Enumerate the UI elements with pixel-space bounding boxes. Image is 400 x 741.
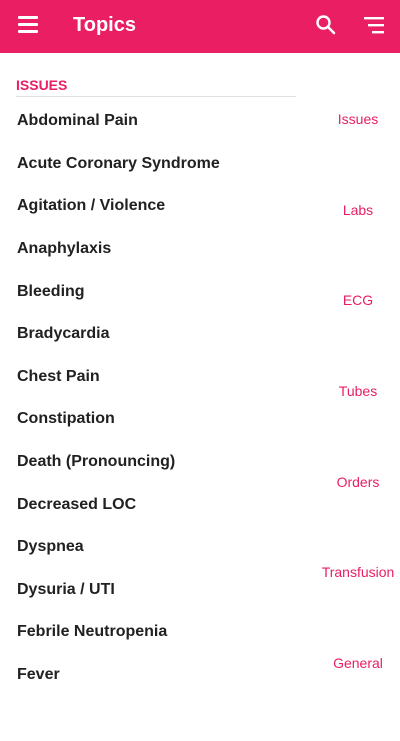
topic-item[interactable]: Dysuria / UTI bbox=[0, 569, 300, 612]
app-bar: Topics bbox=[0, 0, 400, 53]
index-item-general[interactable]: General bbox=[316, 650, 400, 741]
index-nav: Issues Labs ECG Tubes Orders Transfusion Gener… bbox=[316, 106, 400, 741]
index-item-labs[interactable]: Labs bbox=[316, 197, 400, 288]
topic-item[interactable]: Acute Coronary Syndrome bbox=[0, 143, 300, 186]
topic-item[interactable]: Febrile Neutropenia bbox=[0, 611, 300, 654]
topic-item[interactable]: Fever bbox=[0, 654, 300, 697]
section-header: ISSUES bbox=[16, 77, 68, 93]
topic-item[interactable]: Chest Pain bbox=[0, 356, 300, 399]
menu-icon[interactable] bbox=[18, 16, 40, 34]
topic-item[interactable]: Dyspnea bbox=[0, 526, 300, 569]
topic-item[interactable]: Anaphylaxis bbox=[0, 228, 300, 271]
topic-item[interactable]: Constipation bbox=[0, 398, 300, 441]
index-item-orders[interactable]: Orders bbox=[316, 469, 400, 560]
topic-item[interactable]: Agitation / Violence bbox=[0, 185, 300, 228]
index-item-transfusion[interactable]: Transfusion bbox=[316, 559, 400, 650]
topic-list: Abdominal Pain Acute Coronary Syndrome Agi… bbox=[0, 100, 300, 696]
topic-item[interactable]: Bradycardia bbox=[0, 313, 300, 356]
topic-item[interactable]: Abdominal Pain bbox=[0, 100, 300, 143]
topic-item[interactable]: Decreased LOC bbox=[0, 483, 300, 526]
search-icon[interactable] bbox=[314, 13, 338, 37]
topic-item[interactable]: Death (Pronouncing) bbox=[0, 441, 300, 484]
sort-icon[interactable] bbox=[364, 16, 388, 36]
index-item-ecg[interactable]: ECG bbox=[316, 287, 400, 378]
topic-item[interactable]: Bleeding bbox=[0, 270, 300, 313]
page-title: Topics bbox=[73, 14, 136, 36]
index-item-tubes[interactable]: Tubes bbox=[316, 378, 400, 469]
index-item-issues[interactable]: Issues bbox=[316, 106, 400, 197]
section-divider bbox=[16, 96, 296, 97]
